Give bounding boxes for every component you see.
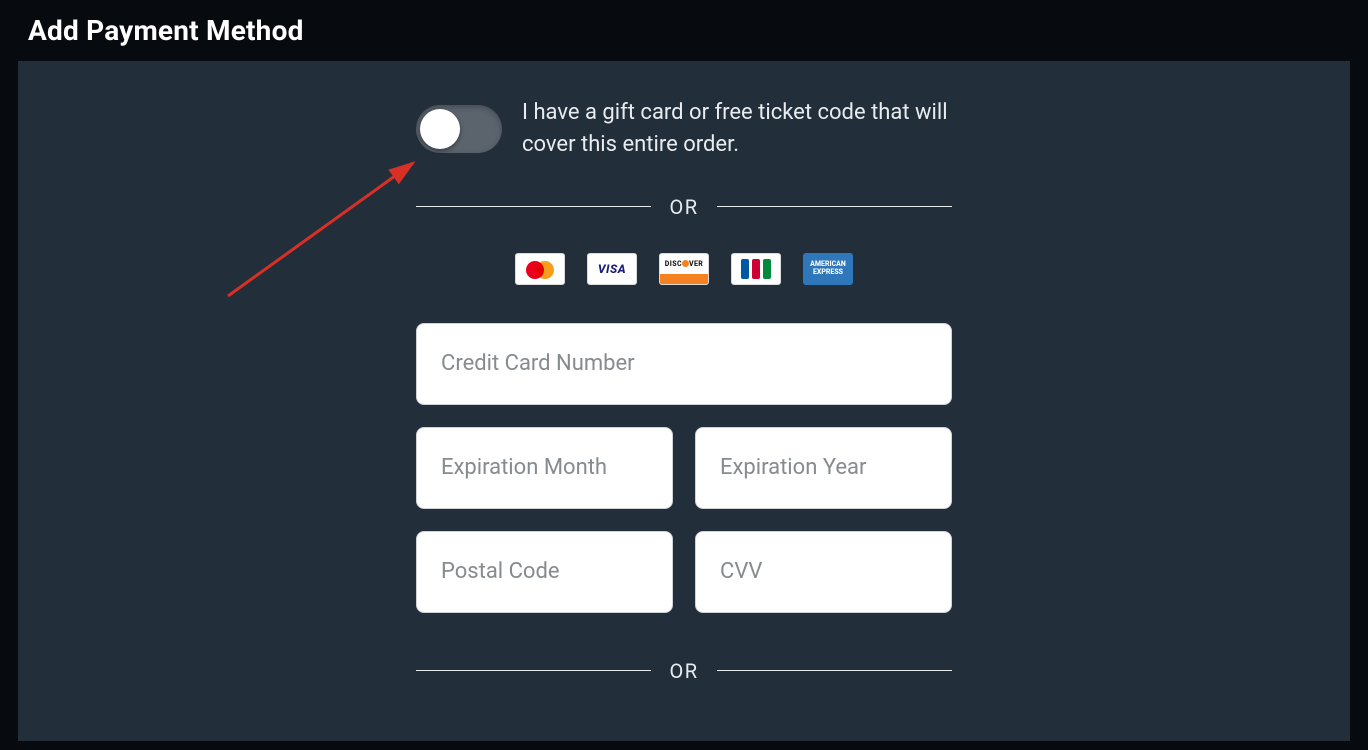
discover-icon: DISCVER xyxy=(659,253,709,285)
payment-panel: I have a gift card or free ticket code t… xyxy=(18,61,1350,741)
credit-card-form xyxy=(416,323,952,613)
expiration-year-input[interactable] xyxy=(695,427,952,509)
card-number-input[interactable] xyxy=(416,323,952,405)
giftcard-toggle-label: I have a gift card or free ticket code t… xyxy=(522,97,952,161)
giftcard-toggle-row: I have a gift card or free ticket code t… xyxy=(416,97,952,161)
postal-code-input[interactable] xyxy=(416,531,673,613)
giftcard-toggle[interactable] xyxy=(416,105,502,153)
divider-line xyxy=(416,670,651,671)
page-title: Add Payment Method xyxy=(0,0,1368,57)
divider-line xyxy=(717,206,952,207)
divider-text: OR xyxy=(669,195,698,219)
divider-or-top: OR xyxy=(416,195,952,219)
annotation-arrow-icon xyxy=(218,131,448,311)
expiration-month-input[interactable] xyxy=(416,427,673,509)
divider-line xyxy=(717,670,952,671)
visa-icon: VISA xyxy=(587,253,637,285)
cvv-input[interactable] xyxy=(695,531,952,613)
toggle-knob-icon xyxy=(420,109,460,149)
jcb-icon xyxy=(731,253,781,285)
accepted-card-brands: VISA DISCVER AMERICAN EXPRESS xyxy=(416,253,952,285)
divider-text: OR xyxy=(669,659,698,683)
mastercard-icon xyxy=(515,253,565,285)
divider-or-bottom: OR xyxy=(416,659,952,683)
amex-icon: AMERICAN EXPRESS xyxy=(803,253,853,285)
divider-line xyxy=(416,206,651,207)
